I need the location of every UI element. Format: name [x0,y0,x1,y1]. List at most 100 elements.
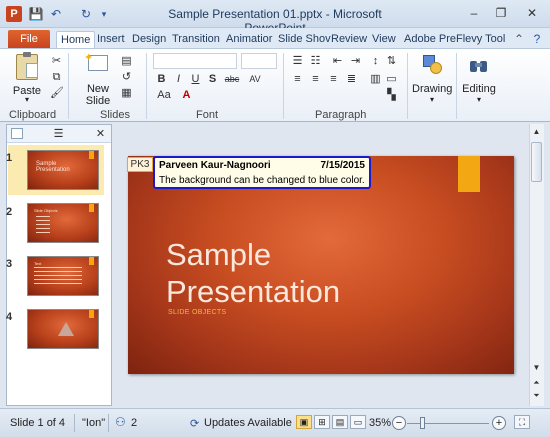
bold-button[interactable]: B [155,73,168,85]
numbering-icon[interactable]: ☷ [309,55,322,67]
reset-icon[interactable]: ↺ [120,71,133,83]
increase-indent-icon[interactable]: ⇥ [349,55,362,67]
thumbnail-title: Sample Presentation [36,161,70,173]
undo-icon[interactable]: ↶ [48,6,64,22]
change-case-button[interactable]: Aa [155,89,173,101]
minimize-ribbon-icon[interactable]: ⌃ [511,31,527,47]
paste-button[interactable]: Paste ▾ [8,52,46,106]
slide-tag [89,257,94,265]
character-spacing-button[interactable]: AV [246,73,264,85]
text-direction-icon[interactable]: ⇅ [385,55,398,67]
tab-transitions[interactable]: Transition [168,31,224,48]
smartart-icon[interactable]: ▚ [385,89,398,101]
tab-home[interactable]: Home [56,31,96,48]
divider [68,53,69,119]
slide-title-line-1: Sample [166,237,272,272]
columns-icon[interactable]: ▥ [369,73,382,85]
slide-thumbnail[interactable]: Slide Objects [27,203,99,243]
copy-icon[interactable]: ⧉ [50,71,63,83]
comment-marker[interactable]: PK3 [127,157,153,172]
updates-available[interactable]: Updates Available [204,417,292,429]
paragraph-group-label: Paragraph [315,109,367,121]
help-icon[interactable]: ? [529,31,545,47]
tab-adobe-presenter[interactable]: Adobe Pre [400,31,460,48]
slide-thumbnail[interactable] [27,309,99,349]
thumbnail-bullets [34,267,82,285]
slide-thumbnail[interactable]: Sample Presentation [27,150,99,190]
underline-button[interactable]: U [189,73,202,85]
slide-sorter-button[interactable]: ⊞ [314,415,330,429]
divider [74,414,75,432]
normal-view-button[interactable]: ▣ [296,415,312,429]
slide-title[interactable]: Sample Presentation [166,236,340,310]
justify-icon[interactable]: ≣ [345,73,358,85]
section-icon[interactable]: ▦ [120,87,133,99]
font-color-button[interactable]: A [180,89,193,101]
cut-icon[interactable]: ✂ [50,55,63,67]
customize-icon[interactable]: ▾ [96,6,112,22]
decrease-indent-icon[interactable]: ⇤ [331,55,344,67]
outline-tab[interactable]: ☰ [52,128,65,140]
font-family-dropdown[interactable] [153,53,237,69]
layout-icon[interactable]: ▤ [120,55,133,67]
slide-tag [89,204,94,212]
align-left-icon[interactable]: ≡ [291,73,304,85]
new-slide-label-2: Slide [85,95,111,107]
tab-slide-show[interactable]: Slide Shov [274,31,335,48]
close-button[interactable]: ✕ [524,6,540,20]
center-icon[interactable]: ≡ [309,73,322,85]
reading-view-button[interactable]: ▤ [332,415,348,429]
font-group-label: Font [196,109,219,121]
new-slide-icon: ✦ [84,52,108,71]
slide-subtitle[interactable]: SLIDE OBJECTS [168,309,226,316]
ribbon: Paste ▾ ✂ ⧉ 🖌 Clipboard ✦ New Slide ▤ ↺ … [0,48,550,122]
tab-view[interactable]: View [368,31,400,48]
users-icon[interactable]: ⚇ [115,415,126,429]
save-icon[interactable]: 💾 [28,6,44,22]
zoom-out-button[interactable]: − [392,416,406,430]
zoom-in-button[interactable]: + [492,416,506,430]
strikethrough-button[interactable]: abc [222,73,242,85]
drawing-button[interactable]: Drawing ▾ [412,52,452,106]
shapes-icon [423,55,443,75]
slide-show-button[interactable]: ▭ [350,415,366,429]
new-slide-button[interactable]: ✦ New Slide [80,52,116,107]
slides-group-label: Slides [100,109,130,121]
tab-insert[interactable]: Insert [93,31,129,48]
align-right-icon[interactable]: ≡ [327,73,340,85]
tab-file[interactable]: File [8,30,50,48]
ribbon-tabs: File Home Insert Design Transition Anima… [0,28,550,48]
powerpoint-app-icon[interactable]: P [6,6,22,22]
previous-slide-icon[interactable]: ⏶ [531,377,542,388]
slides-tab[interactable] [11,128,23,139]
next-slide-icon[interactable]: ⏷ [531,390,542,401]
font-size-dropdown[interactable] [241,53,277,69]
editing-button[interactable]: Editing ▾ [457,52,501,106]
scrollbar-thumb[interactable] [531,142,542,182]
scroll-down-icon[interactable]: ▼ [531,362,542,373]
italic-button[interactable]: I [172,73,185,85]
shadow-button[interactable]: S [206,73,219,85]
redo-icon[interactable]: ↻ [78,6,94,22]
line-spacing-icon[interactable]: ↕ [369,55,382,67]
minimize-button[interactable]: – [466,6,482,20]
close-pane-button[interactable]: ✕ [94,128,107,140]
slide-thumbnail[interactable]: Text [27,256,99,296]
tab-review[interactable]: Review [327,31,371,48]
restore-button[interactable]: ❐ [493,6,509,20]
divider [146,53,147,119]
bullets-icon[interactable]: ☰ [291,55,304,67]
format-painter-icon[interactable]: 🖌 [50,87,64,99]
tab-design[interactable]: Design [128,31,170,48]
comment-balloon[interactable]: Parveen Kaur-Nagnoori 7/15/2015 The back… [153,156,371,189]
tab-animations[interactable]: Animatior [222,31,276,48]
binoculars-icon [470,57,488,73]
status-bar: Slide 1 of 4 "Ion" ⚇ 2 ⟳ Updates Availab… [0,408,550,437]
fit-to-window-button[interactable]: ⛶ [514,415,530,429]
zoom-slider-handle[interactable] [420,417,425,429]
scroll-up-icon[interactable]: ▲ [531,126,542,137]
align-text-icon[interactable]: ▭ [385,73,398,85]
tab-flevy-tools[interactable]: Flevy Tool [452,31,509,48]
zoom-level[interactable]: 35% [369,417,391,429]
slide-title-line-2: Presentation [166,274,341,309]
